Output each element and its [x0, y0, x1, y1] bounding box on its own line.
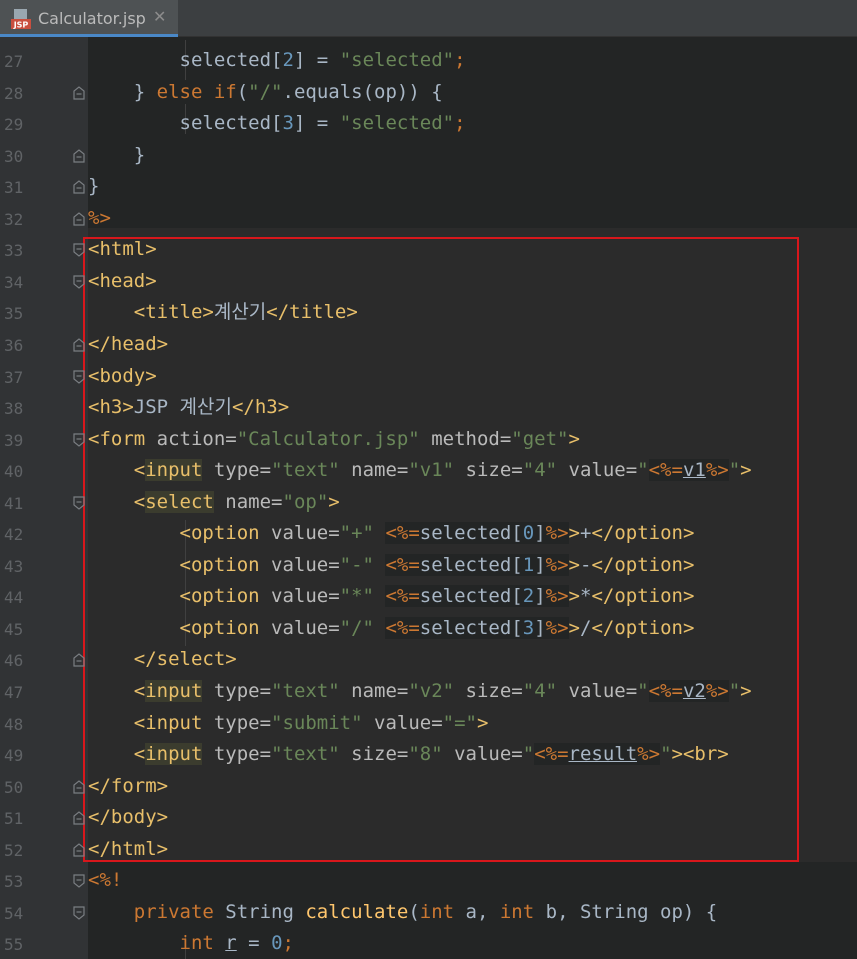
code-token: String — [225, 900, 306, 923]
line-number: 54 — [4, 903, 24, 923]
code-token: int — [419, 900, 466, 923]
line-number: 52 — [4, 840, 24, 860]
code-line: %> — [88, 203, 111, 234]
code-token: ] = — [293, 112, 340, 135]
fold-marker-icon[interactable] — [72, 211, 86, 227]
code-line: } — [88, 171, 99, 202]
line-number: 48 — [4, 714, 24, 734]
code-token: int — [499, 900, 546, 923]
tab-calculator-jsp[interactable]: JSP Calculator.jsp ✕ — [0, 0, 178, 37]
code-token: ( — [408, 900, 420, 923]
fold-marker-icon[interactable] — [72, 274, 86, 290]
fold-marker-icon[interactable] — [72, 432, 86, 448]
line-number: 33 — [4, 241, 24, 261]
code-token: "/" — [248, 80, 283, 103]
fold-marker-icon[interactable] — [72, 810, 86, 826]
close-tab-icon[interactable]: ✕ — [153, 7, 166, 26]
line-number: 38 — [4, 399, 24, 419]
code-line: selected[2] = "selected"; — [88, 45, 466, 76]
fold-marker-icon[interactable] — [72, 85, 86, 101]
code-token: selected[ — [88, 49, 283, 71]
line-number: 40 — [4, 462, 24, 482]
line-number: 51 — [4, 809, 24, 829]
line-number: 46 — [4, 651, 24, 671]
code-token: "selected" — [339, 49, 455, 71]
code-line: } else if("/".equals(op)) { — [88, 77, 443, 108]
code-token: private — [133, 900, 226, 923]
code-token: "selected" — [339, 112, 455, 135]
code-token: selected[ — [88, 112, 283, 135]
fold-marker-icon[interactable] — [72, 652, 86, 668]
line-number: 43 — [4, 556, 24, 576]
jsp-scriptlet-background — [88, 197, 857, 228]
line-number: 45 — [4, 619, 24, 639]
line-number: 35 — [4, 304, 24, 324]
code-token: } — [88, 175, 100, 198]
fold-marker-icon[interactable] — [72, 148, 86, 164]
code-token: ; — [454, 112, 466, 135]
line-number: 37 — [4, 367, 24, 387]
code-line: } — [88, 140, 145, 171]
editor-tab-bar: JSP Calculator.jsp ✕ — [0, 0, 857, 37]
line-number: 44 — [4, 588, 24, 608]
fold-marker-icon[interactable] — [72, 779, 86, 795]
line-number: 36 — [4, 335, 24, 355]
fold-marker-icon[interactable] — [72, 337, 86, 353]
code-line: int r = 0; — [88, 928, 294, 959]
line-number: 41 — [4, 493, 24, 513]
fold-marker-icon[interactable] — [72, 905, 86, 921]
code-line: selected[3] = "selected"; — [88, 108, 466, 139]
line-number: 31 — [4, 178, 24, 198]
code-token: a, — [465, 900, 500, 923]
line-number: 42 — [4, 525, 24, 545]
line-number: 49 — [4, 746, 24, 766]
fold-marker-icon[interactable] — [72, 842, 86, 858]
fold-marker-icon[interactable] — [72, 179, 86, 195]
line-number: 27 — [4, 52, 24, 71]
code-token: 0 — [271, 932, 283, 955]
code-token: %> — [88, 206, 111, 229]
line-number: 34 — [4, 272, 24, 292]
line-number: 28 — [4, 83, 24, 103]
code-token: .equals(op)) { — [282, 80, 443, 103]
code-token: b, String op) { — [545, 900, 718, 923]
code-token: r — [225, 932, 237, 955]
code-token: } — [88, 143, 146, 166]
code-token: = — [236, 932, 272, 955]
line-number: 39 — [4, 430, 24, 450]
code-token: <%! — [88, 869, 123, 892]
jsp-icon-label: JSP — [13, 21, 29, 30]
code-line: <%! — [88, 865, 122, 896]
jsp-file-icon: JSP — [11, 9, 31, 30]
code-token: else if — [156, 80, 237, 103]
line-number: 53 — [4, 872, 24, 892]
tab-title: Calculator.jsp — [38, 9, 146, 28]
fold-marker-icon[interactable] — [72, 495, 86, 511]
code-token: 3 — [282, 112, 294, 135]
line-number: 30 — [4, 146, 24, 166]
code-token: ; — [454, 49, 466, 71]
fold-marker-icon[interactable] — [72, 369, 86, 385]
code-token: calculate — [305, 900, 409, 923]
code-token: ( — [236, 80, 249, 103]
fold-marker-icon[interactable] — [72, 242, 86, 258]
code-line: private String calculate(int a, int b, S… — [88, 897, 717, 928]
code-token: int — [179, 932, 226, 955]
fold-marker-icon[interactable] — [72, 873, 86, 889]
line-number: 50 — [4, 777, 24, 797]
line-number: 47 — [4, 683, 24, 702]
highlight-box — [83, 237, 799, 862]
line-number: 29 — [4, 115, 24, 135]
line-number: 32 — [4, 209, 24, 229]
code-token: } — [88, 80, 157, 103]
code-token: 2 — [282, 49, 294, 71]
code-token: ; — [282, 932, 294, 955]
code-token: ] = — [293, 49, 340, 71]
line-number: 55 — [4, 935, 24, 955]
